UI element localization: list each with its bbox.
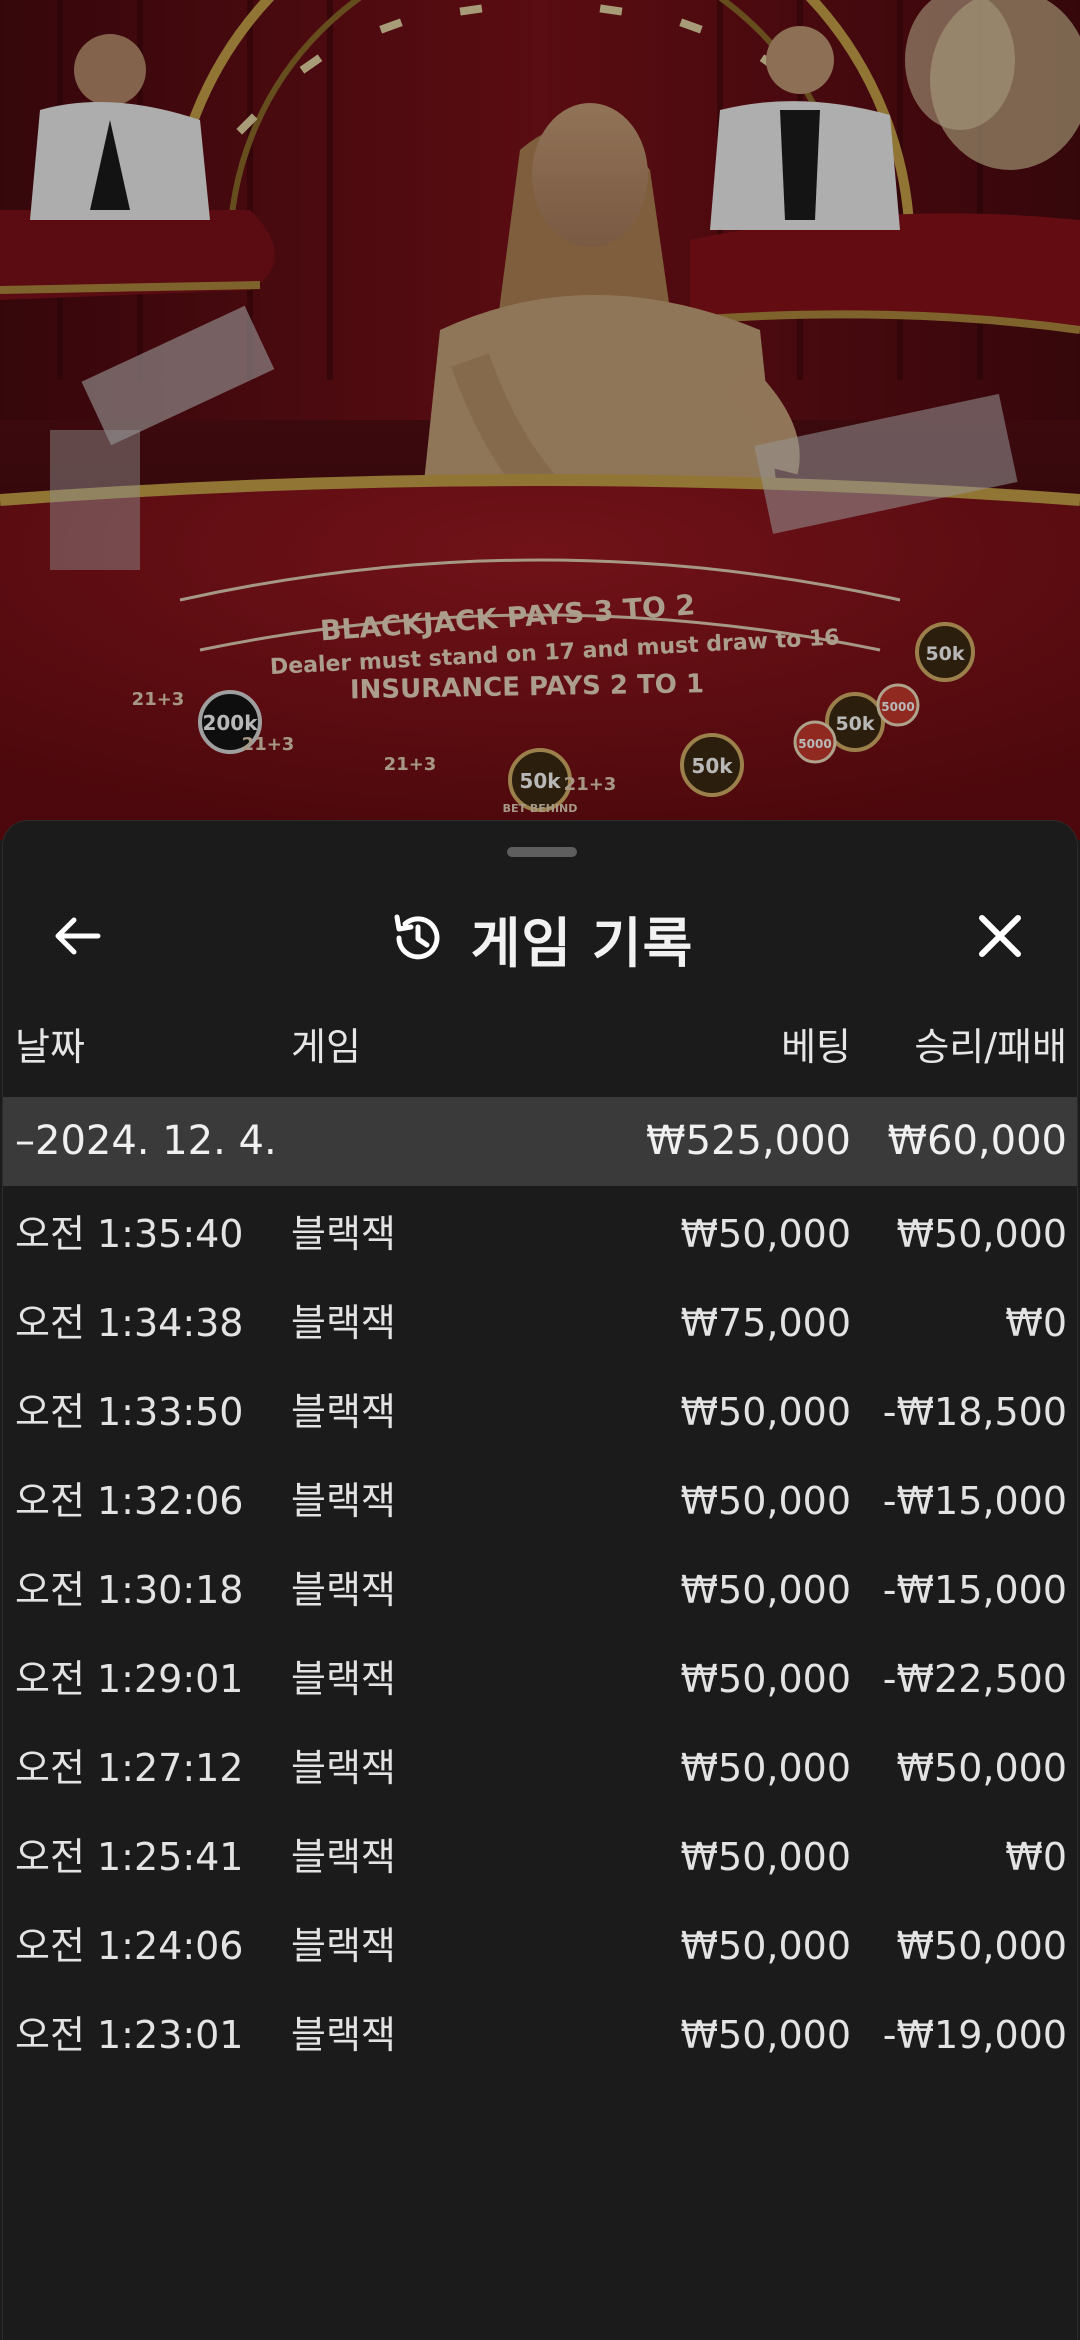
table-row[interactable]: 오전 1:23:01 블랙잭 ₩50,000 -₩19,000 (3, 1991, 1077, 2080)
row-bet: ₩50,000 (680, 1657, 851, 1701)
table-row[interactable]: 오전 1:35:40 블랙잭 ₩50,000 ₩50,000 (3, 1190, 1077, 1279)
header-game: 게임 (291, 1025, 361, 1069)
row-game: 블랙잭 (291, 1657, 396, 1701)
row-bet: ₩50,000 (680, 1924, 851, 1968)
table-row[interactable]: 오전 1:25:41 블랙잭 ₩50,000 ₩0 (3, 1813, 1077, 1902)
row-result: -₩15,000 (882, 1479, 1067, 1523)
table-row[interactable]: 오전 1:33:50 블랙잭 ₩50,000 -₩18,500 (3, 1368, 1077, 1457)
row-bet: ₩50,000 (680, 1835, 851, 1879)
row-game: 블랙잭 (291, 1479, 396, 1523)
live-video-background: BLACKJACK PAYS 3 TO 2 Dealer must stand … (0, 0, 1080, 840)
row-game: 블랙잭 (291, 1568, 396, 1612)
row-bet: ₩50,000 (680, 1568, 851, 1612)
row-result: ₩0 (1005, 1301, 1067, 1345)
row-time: 오전 1:33:50 (15, 1390, 244, 1434)
row-bet: ₩50,000 (680, 2013, 851, 2057)
game-history-sheet: 게임 기록 날짜 게임 베팅 승리/패배 –2024. 12. 4. ₩525,… (2, 820, 1078, 2340)
row-result: ₩50,000 (896, 1746, 1067, 1790)
table-row[interactable]: 오전 1:30:18 블랙잭 ₩50,000 -₩15,000 (3, 1546, 1077, 1635)
row-bet: ₩50,000 (680, 1390, 851, 1434)
row-result: -₩22,500 (882, 1657, 1067, 1701)
table-row[interactable]: 오전 1:24:06 블랙잭 ₩50,000 ₩50,000 (3, 1902, 1077, 1991)
row-time: 오전 1:27:12 (15, 1746, 244, 1790)
sheet-header: 게임 기록 (3, 883, 1077, 993)
row-game: 블랙잭 (291, 1212, 396, 1256)
header-result: 승리/패배 (914, 1025, 1067, 1069)
row-game: 블랙잭 (291, 1746, 396, 1790)
row-bet: ₩50,000 (680, 1212, 851, 1256)
table-row[interactable]: 오전 1:34:38 블랙잭 ₩75,000 ₩0 (3, 1279, 1077, 1368)
row-time: 오전 1:34:38 (15, 1301, 244, 1345)
date-group-row[interactable]: –2024. 12. 4. ₩525,000 ₩60,000 (3, 1097, 1077, 1186)
row-bet: ₩50,000 (680, 1746, 851, 1790)
row-time: 오전 1:24:06 (15, 1924, 244, 1968)
row-game: 블랙잭 (291, 1301, 396, 1345)
row-result: ₩0 (1005, 1835, 1067, 1879)
row-result: -₩19,000 (882, 2013, 1067, 2057)
close-button[interactable] (965, 903, 1035, 973)
table-row[interactable]: 오전 1:32:06 블랙잭 ₩50,000 -₩15,000 (3, 1457, 1077, 1546)
app-screen: BLACKJACK PAYS 3 TO 2 Dealer must stand … (0, 0, 1080, 2340)
row-game: 블랙잭 (291, 1835, 396, 1879)
row-game: 블랙잭 (291, 2013, 396, 2057)
header-bet: 베팅 (781, 1025, 851, 1069)
row-result: ₩50,000 (896, 1924, 1067, 1968)
group-date: –2024. 12. 4. (15, 1118, 277, 1164)
group-bet-total: ₩525,000 (646, 1118, 851, 1164)
drag-handle[interactable] (507, 847, 577, 857)
history-table: 날짜 게임 베팅 승리/패배 –2024. 12. 4. ₩525,000 ₩6… (3, 1001, 1077, 2080)
row-time: 오전 1:23:01 (15, 2013, 244, 2057)
row-time: 오전 1:25:41 (15, 1835, 244, 1879)
close-x-icon (974, 910, 1026, 966)
scene-dim-overlay (0, 0, 1080, 840)
row-result: ₩50,000 (896, 1212, 1067, 1256)
row-time: 오전 1:32:06 (15, 1479, 244, 1523)
table-header-row: 날짜 게임 베팅 승리/패배 (3, 1001, 1077, 1093)
row-bet: ₩50,000 (680, 1479, 851, 1523)
row-time: 오전 1:30:18 (15, 1568, 244, 1612)
row-game: 블랙잭 (291, 1924, 396, 1968)
history-clock-icon (387, 907, 449, 969)
table-row[interactable]: 오전 1:27:12 블랙잭 ₩50,000 ₩50,000 (3, 1724, 1077, 1813)
table-row[interactable]: 오전 1:29:01 블랙잭 ₩50,000 -₩22,500 (3, 1635, 1077, 1724)
row-result: -₩15,000 (882, 1568, 1067, 1612)
row-time: 오전 1:29:01 (15, 1657, 244, 1701)
sheet-title: 게임 기록 (470, 911, 694, 975)
sheet-title-group: 게임 기록 (3, 905, 1077, 975)
row-result: -₩18,500 (882, 1390, 1067, 1434)
header-date: 날짜 (15, 1025, 85, 1069)
row-time: 오전 1:35:40 (15, 1212, 244, 1256)
row-bet: ₩75,000 (680, 1301, 851, 1345)
group-result-total: ₩60,000 (887, 1118, 1067, 1164)
row-game: 블랙잭 (291, 1390, 396, 1434)
